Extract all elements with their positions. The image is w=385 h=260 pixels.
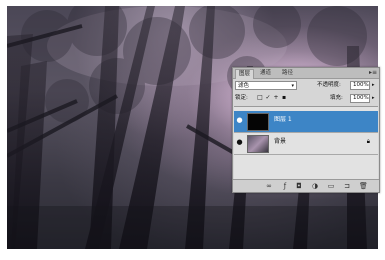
fill-label: 填充: xyxy=(330,95,343,101)
tab-paths[interactable]: 路径 xyxy=(279,69,296,78)
blend-mode-value: 滤色 xyxy=(238,83,250,89)
panel-tabs: 图层 通道 路径 ▸≡ xyxy=(233,68,379,79)
mask-icon[interactable]: ◘ xyxy=(295,182,303,190)
lock-transparency-icon[interactable]: □ xyxy=(257,95,263,101)
link-icon[interactable]: ∞ xyxy=(265,182,273,190)
layer-list: ● 图层 1 ● 背景 🔒︎ xyxy=(234,106,378,180)
blend-mode-select[interactable]: 滤色 ▾ xyxy=(235,81,297,90)
fill-input[interactable]: 100% xyxy=(350,94,370,103)
blend-row: 滤色 ▾ 不透明度: 100% ▸ xyxy=(235,81,377,91)
lock-position-icon[interactable]: + xyxy=(273,95,279,101)
chevron-down-icon: ▾ xyxy=(291,83,294,89)
layer-thumbnail xyxy=(247,113,269,131)
fill-slider-icon[interactable]: ▸ xyxy=(372,94,375,103)
tab-channels[interactable]: 通道 xyxy=(257,69,274,78)
opacity-input[interactable]: 100% xyxy=(350,81,370,90)
lock-label: 锁定: xyxy=(235,95,248,101)
trash-icon[interactable]: 🗑︎ xyxy=(359,182,368,190)
opacity-slider-icon[interactable]: ▸ xyxy=(372,81,375,90)
layer-name: 背景 xyxy=(274,138,287,145)
tab-layers[interactable]: 图层 xyxy=(235,69,255,79)
layer-thumbnail xyxy=(247,135,269,153)
lock-all-icon[interactable]: ▪ xyxy=(281,95,287,101)
layer-row-background[interactable]: ● 背景 🔒︎ xyxy=(234,133,378,155)
new-layer-icon[interactable]: ⊐ xyxy=(343,182,351,190)
screenshot-frame: 图层 通道 路径 ▸≡ 滤色 ▾ 不透明度: 100% ▸ 锁定: □ ✓ + … xyxy=(0,0,385,260)
visibility-eye-icon[interactable]: ● xyxy=(236,139,243,146)
group-icon[interactable]: ▭ xyxy=(327,182,335,190)
lock-icon: 🔒︎ xyxy=(366,138,370,145)
panel-menu-icon[interactable]: ▸≡ xyxy=(369,69,377,77)
adjustment-icon[interactable]: ◑ xyxy=(311,182,319,190)
panel-bottom-bar: ∞ ƒ ◘ ◑ ▭ ⊐ 🗑︎ xyxy=(233,179,379,192)
lock-row: 锁定: □ ✓ + ▪ 填充: 100% ▸ xyxy=(235,94,377,104)
layer-name: 图层 1 xyxy=(274,116,292,123)
fx-icon[interactable]: ƒ xyxy=(281,182,289,190)
layer-row-layer1[interactable]: ● 图层 1 xyxy=(234,111,378,133)
layers-panel: 图层 通道 路径 ▸≡ 滤色 ▾ 不透明度: 100% ▸ 锁定: □ ✓ + … xyxy=(232,67,380,193)
lock-pixels-icon[interactable]: ✓ xyxy=(265,95,271,101)
visibility-eye-icon[interactable]: ● xyxy=(236,117,243,124)
opacity-label: 不透明度: xyxy=(317,82,341,88)
